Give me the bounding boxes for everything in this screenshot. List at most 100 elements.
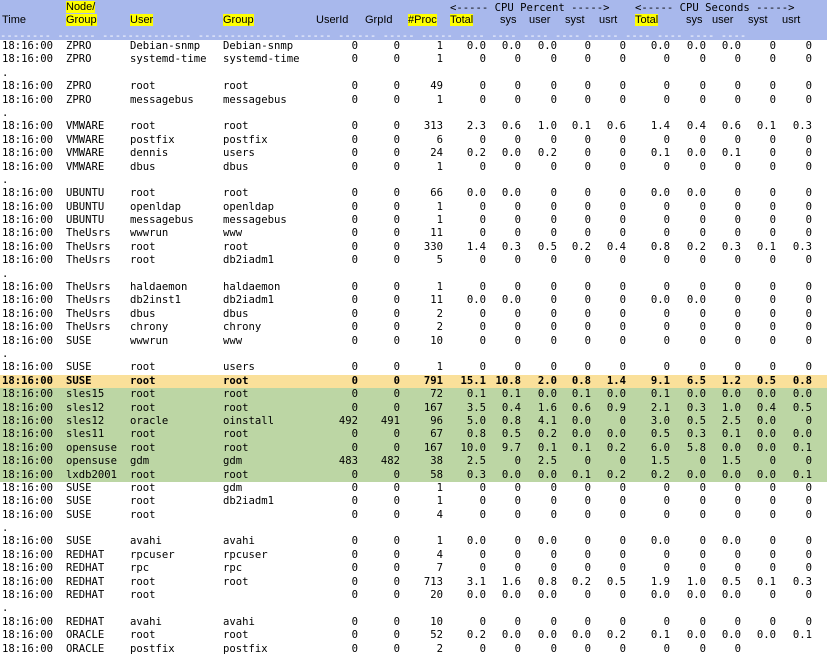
cell-usrt-pct: 0.2 [606,629,626,642]
cell-sys-sec: 0.0 [686,187,706,200]
cell-group: www [223,227,243,240]
cell-nproc: 2 [436,307,443,320]
cell-usrt-sec: 0 [805,133,812,146]
cell-time: 18:16:00 [2,414,54,427]
cell-time: 18:16:00 [2,294,54,307]
cell-nproc: 7 [436,562,443,575]
cell-syst-pct: 0 [584,294,591,307]
cell-syst-sec: 0 [769,589,776,602]
cell-group: root [223,120,249,133]
table-row: 18:16:00 TheUsrs dbus dbus 0 0 2 0 0 0 0 0 0 0 0 0 0 [0,308,827,321]
cell-nproc: 1 [436,281,443,294]
cell-total-pct: 2.5 [466,455,486,468]
cell-total-sec: 9.1 [650,374,670,387]
header-total-pct[interactable]: Total [450,14,474,26]
cell-total-pct: 0 [479,254,486,267]
cell-user-sec: 2.5 [721,414,741,427]
cell-sys-pct: 0 [514,133,521,146]
cell-node: VMWARE [66,133,105,146]
cell-user-pct: 2.0 [537,374,557,387]
cell-usrt-pct: 0 [619,40,626,52]
cell-grpid: 0 [393,133,400,146]
cell-group: root [223,629,249,642]
cell-node: TheUsrs [66,227,111,240]
cell-nproc: 66 [430,187,443,200]
header-user[interactable]: User [130,14,154,26]
cell-total-sec: 1.4 [650,120,670,133]
cell-usrt-sec: 0 [805,548,812,561]
cell-total-sec: 2.1 [650,401,670,414]
cell-group: root [223,374,249,387]
cell-grpid: 0 [393,428,400,441]
cell-user-pct: 0 [550,508,557,521]
separator-row: . [0,268,827,281]
cell-total-pct: 0.0 [466,294,486,307]
table-row: 18:16:00 opensuse root root 0 0 167 10.0 9.7 0.1 0… [0,441,827,456]
cell-sys-pct: 0 [514,535,521,548]
cell-user-pct: 0 [550,334,557,347]
cell-grpid: 0 [393,374,400,387]
cell-grpid: 0 [393,53,400,66]
cell-user-sec: 0 [734,548,741,561]
header-nproc[interactable]: #Proc [408,14,437,26]
cell-user-sec: 0.5 [721,575,741,588]
cell-sys-sec: 0 [699,227,706,240]
cell-syst-pct: 0.1 [571,120,591,133]
cell-user-sec: 0 [734,294,741,307]
cell-sys-pct: 0 [514,214,521,227]
cell-grpid: 0 [393,40,400,52]
cell-syst-sec: 0 [769,214,776,227]
cell-node: TheUsrs [66,321,111,334]
cell-usrt-sec: 0 [805,53,812,66]
cell-total-sec: 0 [663,321,670,334]
cell-usrt-pct: 0 [619,508,626,521]
cell-sys-sec: 0 [699,508,706,521]
cell-total-sec: 0.2 [650,468,670,481]
cell-time: 18:16:00 [2,254,54,267]
header-node-line1[interactable]: Node/ [66,1,96,13]
cell-total-pct: 0 [479,548,486,561]
cell-nproc: 10 [430,334,443,347]
cell-syst-sec: 0 [769,227,776,240]
cell-sys-pct: 0 [514,227,521,240]
cell-nproc: 2 [436,642,443,655]
cell-user-sec: 0.1 [721,428,741,441]
cell-time: 18:16:00 [2,200,54,213]
cell-usrt-sec: 0 [805,414,812,427]
cell-userid: 0 [351,93,358,106]
header-total-sec[interactable]: Total [635,14,659,26]
cell-total-sec: 0 [663,495,670,508]
cell-syst-pct: 0.1 [571,388,591,401]
table-row: 18:16:00 REDHAT avahi avahi 0 0 10 0 0 0 0 0 0 0 0 0 0 [0,616,827,629]
cell-node: SUSE [66,495,92,508]
cell-group: avahi [223,615,255,628]
cell-grpid: 0 [393,562,400,575]
separator-row: . [0,107,827,120]
table-row: 18:16:00 ZPRO root root 0 0 49 0 0 0 0 0 0 0 0 0 0 [0,80,827,93]
cell-syst-pct: 0 [584,187,591,200]
header-node-line2[interactable]: Group [66,14,97,26]
cell-user: dbus [130,160,156,173]
cell-syst-pct: 0.2 [571,575,591,588]
cell-userid: 0 [351,294,358,307]
cell-user: root [130,80,156,93]
cell-syst-sec: 0 [769,508,776,521]
cell-usrt-sec: 0.3 [792,240,812,253]
cell-syst-sec: 0.1 [756,575,776,588]
cell-time: 18:16:00 [2,187,54,200]
cell-user-sec: 0 [734,80,741,93]
table-row: 18:16:00 SUSE root db2iadm1 0 0 1 0 0 0 0 0 0 0 0 0 0 [0,495,827,508]
cell-usrt-sec: 0 [805,508,812,521]
cell-total-pct: 0 [479,214,486,227]
cell-usrt-pct: 0 [619,535,626,548]
cell-node: ZPRO [66,93,92,106]
cell-nproc: 52 [430,629,443,642]
cell-usrt-sec: 0 [805,214,812,227]
cell-syst-sec: 0 [769,254,776,267]
header-group[interactable]: Group [223,14,254,26]
cell-user: root [130,361,156,374]
cell-total-sec: 0.0 [650,589,670,602]
cell-total-pct: 0.0 [466,187,486,200]
cell-usrt-pct: 0.0 [606,388,626,401]
cell-userid: 0 [351,254,358,267]
